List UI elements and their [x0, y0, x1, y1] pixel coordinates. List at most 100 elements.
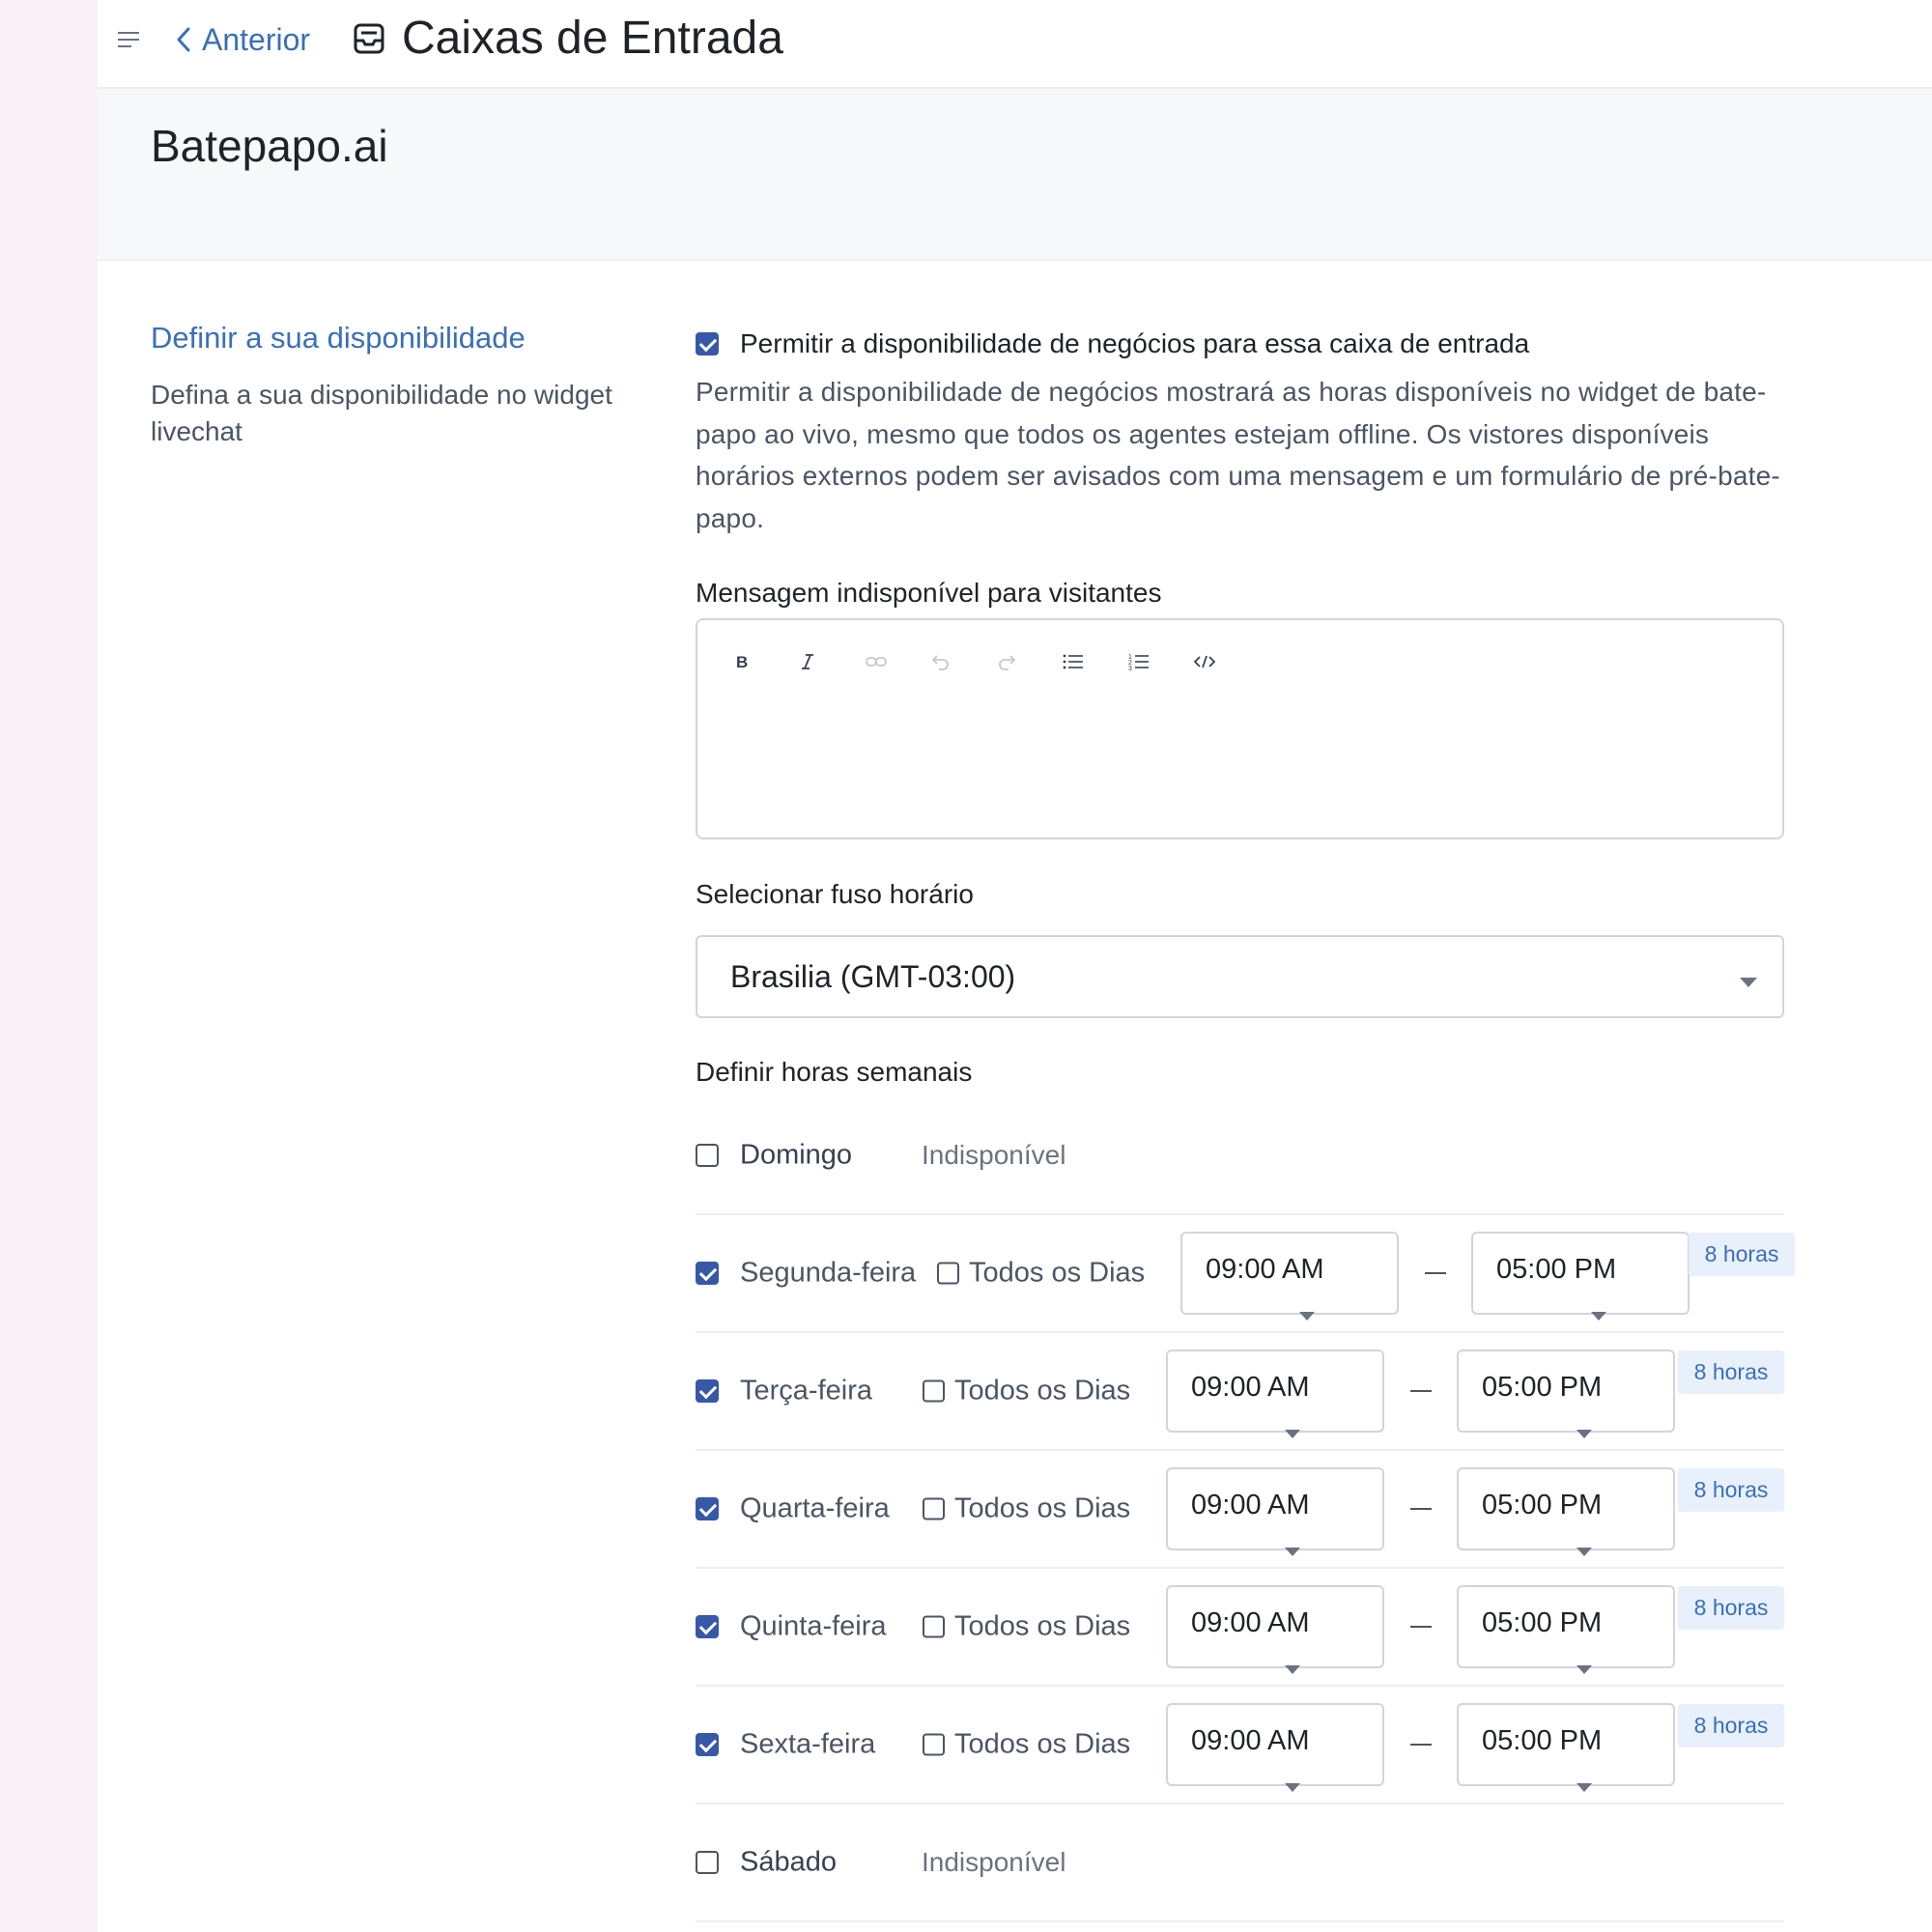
- italic-icon[interactable]: [800, 647, 866, 676]
- day-checkbox-saturday[interactable]: [696, 1851, 719, 1874]
- back-button[interactable]: Anterior: [175, 15, 310, 64]
- chevron-down-icon: [1591, 1311, 1607, 1321]
- time-range-dash: [1410, 1508, 1432, 1510]
- day-row-monday: Segunda-feira Todos os Dias 09:00 AM 05:…: [696, 1215, 1795, 1333]
- editor-toolbar: B 123: [734, 647, 1260, 676]
- chevron-down-icon: [1577, 1429, 1593, 1438]
- close-time-select[interactable]: 05:00 PM: [1457, 1585, 1675, 1674]
- unavailable-message-editor[interactable]: B 123: [696, 618, 1784, 839]
- day-checkbox-thursday[interactable]: [696, 1615, 719, 1638]
- open-time-select[interactable]: 09:00 AM: [1166, 1703, 1384, 1792]
- day-row-tuesday: Terça-feira Todos os Dias 09:00 AM 05:00…: [696, 1333, 1784, 1451]
- hours-badge: 8 horas: [1678, 1704, 1784, 1747]
- svg-text:3: 3: [1128, 666, 1132, 671]
- day-row-wednesday: Quarta-feira Todos os Dias 09:00 AM 05:0…: [696, 1451, 1784, 1569]
- all-day-label: Todos os Dias: [954, 1728, 1131, 1760]
- time-range-dash: [1410, 1390, 1432, 1392]
- enable-availability-row: Permitir a disponibilidade de negócios p…: [696, 328, 1529, 359]
- open-time-value: 09:00 AM: [1191, 1371, 1310, 1403]
- all-day-checkbox[interactable]: [923, 1615, 945, 1638]
- all-day-checkbox[interactable]: [923, 1379, 945, 1403]
- timezone-label: Selecionar fuso horário: [696, 879, 974, 909]
- day-name: Terça-feira: [740, 1375, 872, 1406]
- all-day-checkbox[interactable]: [923, 1733, 945, 1756]
- day-row-thursday: Quinta-feira Todos os Dias 09:00 AM 05:0…: [696, 1569, 1784, 1687]
- ordered-list-icon[interactable]: 123: [1128, 647, 1194, 676]
- all-day-checkbox[interactable]: [937, 1262, 959, 1285]
- hours-badge: 8 horas: [1678, 1468, 1784, 1512]
- close-time-select[interactable]: 05:00 PM: [1457, 1703, 1675, 1792]
- close-time-value: 05:00 PM: [1482, 1606, 1603, 1638]
- bold-icon[interactable]: B: [734, 647, 800, 676]
- undo-icon[interactable]: [931, 647, 997, 676]
- close-time-select[interactable]: 05:00 PM: [1457, 1350, 1675, 1438]
- chevron-down-icon: [1740, 978, 1757, 987]
- all-day-toggle[interactable]: Todos os Dias: [923, 1493, 1130, 1525]
- sidebar-strip: [0, 0, 98, 1932]
- inbox-header: [98, 89, 1932, 261]
- all-day-toggle[interactable]: Todos os Dias: [923, 1729, 1130, 1761]
- time-range-dash: [1410, 1626, 1432, 1628]
- section-title: Definir a sua disponibilidade: [151, 321, 526, 355]
- chevron-left-icon: [177, 27, 190, 52]
- page-title: Caixas de Entrada: [402, 13, 783, 64]
- inbox-name: Batepapo.ai: [151, 121, 388, 171]
- code-icon[interactable]: [1194, 647, 1260, 676]
- close-time-select[interactable]: 05:00 PM: [1471, 1232, 1690, 1321]
- chevron-down-icon: [1284, 1664, 1300, 1674]
- day-name: Sábado: [740, 1846, 837, 1878]
- all-day-label: Todos os Dias: [954, 1610, 1131, 1642]
- all-day-toggle[interactable]: Todos os Dias: [937, 1258, 1145, 1290]
- all-day-label: Todos os Dias: [969, 1257, 1146, 1289]
- chevron-down-icon: [1298, 1311, 1315, 1321]
- time-range-dash: [1410, 1744, 1432, 1746]
- redo-icon[interactable]: [997, 647, 1063, 676]
- day-checkbox-sunday[interactable]: [696, 1144, 719, 1167]
- back-label: Anterior: [202, 21, 311, 57]
- weekly-hours-label: Definir horas semanais: [696, 1057, 973, 1087]
- menu-icon[interactable]: [116, 27, 141, 52]
- open-time-value: 09:00 AM: [1191, 1606, 1310, 1638]
- open-time-select[interactable]: 09:00 AM: [1166, 1585, 1384, 1674]
- day-name: Domingo: [740, 1139, 853, 1171]
- unavailable-message-label: Mensagem indisponível para visitantes: [696, 578, 1162, 608]
- timezone-select[interactable]: Brasilia (GMT-03:00): [696, 935, 1784, 1018]
- day-row-friday: Sexta-feira Todos os Dias 09:00 AM 05:00…: [696, 1687, 1784, 1804]
- day-checkbox-wednesday[interactable]: [696, 1497, 719, 1520]
- day-checkbox-tuesday[interactable]: [696, 1379, 719, 1403]
- close-time-select[interactable]: 05:00 PM: [1457, 1467, 1675, 1556]
- all-day-toggle[interactable]: Todos os Dias: [923, 1611, 1130, 1643]
- link-icon[interactable]: [866, 647, 931, 676]
- day-name: Sexta-feira: [740, 1728, 876, 1760]
- day-name: Segunda-feira: [740, 1257, 917, 1289]
- open-time-value: 09:00 AM: [1191, 1489, 1310, 1520]
- all-day-toggle[interactable]: Todos os Dias: [923, 1376, 1130, 1407]
- open-time-select[interactable]: 09:00 AM: [1166, 1467, 1384, 1556]
- unavailable-text: Indisponível: [922, 1847, 1066, 1877]
- unavailable-text: Indisponível: [922, 1140, 1066, 1170]
- hours-badge: 8 horas: [1678, 1586, 1784, 1630]
- close-time-value: 05:00 PM: [1482, 1371, 1603, 1403]
- section-description: Defina a sua disponibilidade no widget l…: [151, 380, 612, 446]
- chevron-down-icon: [1577, 1782, 1593, 1792]
- day-checkbox-monday[interactable]: [696, 1262, 719, 1285]
- all-day-checkbox[interactable]: [923, 1497, 945, 1520]
- timezone-value: Brasilia (GMT-03:00): [730, 958, 1016, 994]
- hours-badge: 8 horas: [1678, 1350, 1784, 1394]
- day-checkbox-friday[interactable]: [696, 1733, 719, 1756]
- chevron-down-icon: [1577, 1664, 1593, 1674]
- close-time-value: 05:00 PM: [1482, 1489, 1603, 1520]
- open-time-value: 09:00 AM: [1206, 1253, 1324, 1285]
- open-time-value: 09:00 AM: [1191, 1724, 1310, 1756]
- day-name: Quinta-feira: [740, 1610, 887, 1642]
- inbox-icon: [354, 23, 384, 54]
- open-time-select[interactable]: 09:00 AM: [1180, 1232, 1399, 1321]
- day-row-saturday: Sábado Indisponível: [696, 1804, 1784, 1922]
- bullet-list-icon[interactable]: [1063, 647, 1128, 676]
- enable-availability-description: Permitir a disponibilidade de negócios m…: [696, 377, 1780, 533]
- day-name: Quarta-feira: [740, 1492, 890, 1524]
- enable-availability-checkbox[interactable]: [696, 332, 719, 355]
- chevron-down-icon: [1284, 1547, 1300, 1556]
- open-time-select[interactable]: 09:00 AM: [1166, 1350, 1384, 1438]
- chevron-down-icon: [1577, 1547, 1593, 1556]
